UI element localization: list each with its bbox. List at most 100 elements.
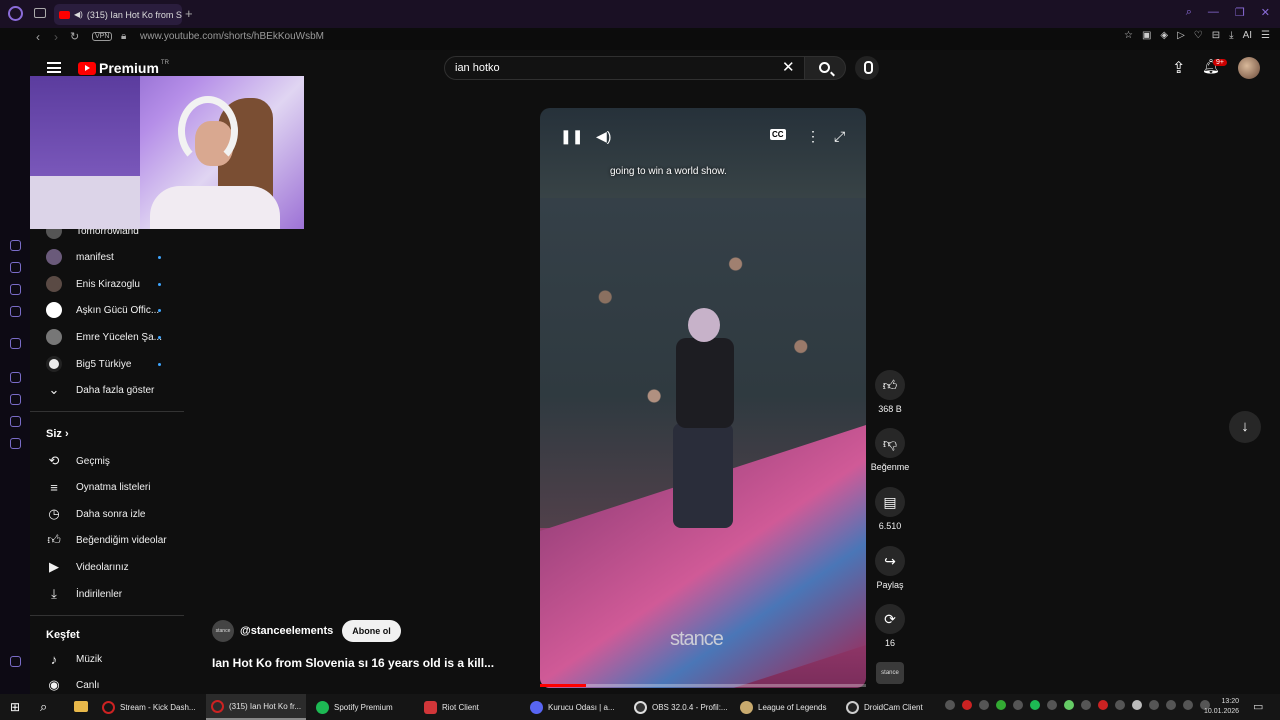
sidebar-item-history[interactable]: ⟲ Geçmiş bbox=[30, 451, 170, 471]
sidebar-aria-icon[interactable] bbox=[10, 240, 21, 251]
sidebar-twitch-icon[interactable] bbox=[10, 338, 21, 349]
like-action[interactable]: 👍︎ 368 B bbox=[874, 370, 906, 414]
heart-icon[interactable]: ♡ bbox=[1194, 30, 1203, 41]
menu-icon[interactable]: ☰ bbox=[1261, 30, 1270, 41]
comment-icon[interactable]: ▤ bbox=[875, 487, 905, 517]
windows-start-icon[interactable]: ⊞ bbox=[10, 700, 20, 714]
tray-app-icon[interactable] bbox=[1098, 700, 1108, 710]
taskbar-item[interactable]: OBS 32.0.4 - Profil:... bbox=[634, 694, 730, 720]
video-title[interactable]: Ian Hot Ko from Slovenia sı 16 years old… bbox=[212, 656, 512, 670]
taskbar-item[interactable]: Spotify Premium bbox=[316, 694, 416, 720]
captions-button[interactable]: CC bbox=[770, 129, 786, 140]
lock-icon[interactable]: 🔒︎ bbox=[121, 31, 126, 42]
wallet-icon[interactable]: ⊟ bbox=[1212, 30, 1220, 41]
tray-app-icon[interactable] bbox=[945, 700, 955, 710]
video-progress-bar[interactable] bbox=[540, 684, 866, 687]
sidebar-pinboard-icon[interactable] bbox=[10, 416, 21, 427]
thumbs-up-icon[interactable]: 👍︎ bbox=[875, 370, 905, 400]
tray-wifi-icon[interactable] bbox=[1166, 700, 1176, 710]
sidebar-item-music[interactable]: ♪ Müzik bbox=[30, 649, 170, 669]
reload-icon[interactable]: ↻ bbox=[70, 30, 79, 43]
taskbar-item[interactable]: Riot Client bbox=[424, 694, 514, 720]
volume-icon[interactable]: ◀) bbox=[596, 128, 611, 145]
taskbar-item[interactable]: League of Legends bbox=[740, 694, 836, 720]
sidebar-item-live[interactable]: ◉ Canlı bbox=[30, 675, 170, 695]
sidebar-item-your-videos[interactable]: ▶ Videolarınız bbox=[30, 557, 170, 577]
sidebar-workspaces-icon[interactable] bbox=[10, 284, 21, 295]
taskbar-item[interactable]: Stream - Kick Dash... bbox=[102, 694, 202, 720]
forward-icon[interactable]: › bbox=[54, 30, 58, 44]
comments-action[interactable]: ▤ 6.510 bbox=[874, 487, 906, 531]
tray-app-icon[interactable] bbox=[996, 700, 1006, 710]
bookmark-icon[interactable]: ☆ bbox=[1124, 30, 1133, 41]
search-button[interactable] bbox=[804, 56, 846, 80]
maximize-icon[interactable]: ❐ bbox=[1235, 6, 1245, 19]
fullscreen-icon[interactable]: ⤢ bbox=[834, 128, 845, 145]
extension-icon[interactable]: ◈ bbox=[1160, 30, 1168, 41]
channel-name[interactable]: @stanceelements bbox=[240, 625, 333, 637]
tray-volume-icon[interactable] bbox=[1183, 700, 1193, 710]
sidebar-item-watch-later[interactable]: ◷ Daha sonra izle bbox=[30, 504, 170, 524]
opera-logo-icon[interactable] bbox=[8, 6, 23, 21]
vpn-badge[interactable]: VPN bbox=[92, 32, 113, 41]
sidebar-item-playlists[interactable]: ≡ Oynatma listeleri bbox=[30, 477, 170, 497]
tab-overview-icon[interactable] bbox=[34, 8, 46, 18]
dislike-action[interactable]: 👎︎ Beğenme bbox=[871, 428, 909, 472]
sidebar-history-icon[interactable] bbox=[10, 394, 21, 405]
browser-tab-youtube[interactable]: ◀) (315) Ian Hot Ko from S bbox=[54, 4, 182, 25]
player-icon[interactable]: ▷ bbox=[1177, 30, 1185, 41]
tray-app-icon[interactable] bbox=[1047, 700, 1057, 710]
new-tab-icon[interactable]: + bbox=[185, 6, 193, 21]
channel-thumbnail[interactable]: stance bbox=[876, 662, 904, 684]
pause-icon[interactable]: ❚❚ bbox=[560, 128, 583, 145]
tray-app-icon[interactable] bbox=[1064, 700, 1074, 710]
url-field[interactable]: www.youtube.com/shorts/hBEkKouWsbM bbox=[140, 31, 324, 42]
sidebar-crypto-icon[interactable] bbox=[10, 262, 21, 273]
sidebar-item-downloads[interactable]: ⤓ İndirilenler bbox=[30, 584, 170, 604]
back-icon[interactable]: ‹ bbox=[36, 30, 40, 44]
download-icon[interactable]: ⤓ bbox=[1229, 30, 1233, 41]
tray-steam-icon[interactable] bbox=[1115, 700, 1125, 710]
tray-spotify-icon[interactable] bbox=[1030, 700, 1040, 710]
taskbar-item[interactable]: Kurucu Odası | a... bbox=[530, 694, 624, 720]
taskbar-item[interactable]: (315) Ian Hot Ko fr... bbox=[206, 694, 306, 720]
speaker-icon[interactable]: ◀) bbox=[74, 10, 83, 19]
shorts-video-player[interactable]: ❚❚ ◀) CC ⋮ ⤢ going to win a world show. … bbox=[540, 108, 866, 688]
thumbs-down-icon[interactable]: 👎︎ bbox=[875, 428, 905, 458]
channel-avatar[interactable]: stance bbox=[212, 620, 234, 642]
taskbar-item[interactable]: DroidCam Client bbox=[846, 694, 942, 720]
subscription-item[interactable]: Big5 Türkiye bbox=[30, 354, 170, 374]
create-upload-icon[interactable]: ⇪ bbox=[1172, 58, 1185, 78]
guide-menu-icon[interactable] bbox=[47, 62, 61, 73]
taskbar-clock[interactable]: 13:20 10.01.2026 bbox=[1204, 697, 1239, 717]
sidebar-settings-icon[interactable] bbox=[10, 438, 21, 449]
aria-ai-button[interactable]: AI bbox=[1243, 30, 1252, 41]
tray-app-icon[interactable] bbox=[1132, 700, 1142, 710]
next-video-down-icon[interactable]: ↓ bbox=[1229, 411, 1261, 443]
clear-search-icon[interactable]: ✕ bbox=[782, 58, 795, 76]
search-input[interactable]: ian hotko bbox=[444, 56, 834, 80]
youtube-premium-logo[interactable]: Premium TR bbox=[78, 60, 169, 76]
close-window-icon[interactable]: ✕ bbox=[1261, 6, 1270, 19]
subscription-item[interactable]: Aşkın Gücü Offic... bbox=[30, 300, 170, 320]
search-icon[interactable]: ⌕ bbox=[40, 699, 47, 715]
show-more-button[interactable]: ⌄ Daha fazla göster bbox=[30, 380, 170, 400]
remix-icon[interactable]: ⟳ bbox=[875, 604, 905, 634]
search-tabs-icon[interactable]: ⌕ bbox=[1186, 6, 1192, 19]
tray-app-icon[interactable] bbox=[1081, 700, 1091, 710]
sidebar-item-liked[interactable]: 👍︎ Beğendiğim videolar bbox=[30, 530, 170, 550]
remix-action[interactable]: ⟳ 16 bbox=[874, 604, 906, 648]
you-section-heading[interactable]: Siz › bbox=[46, 428, 69, 440]
tray-app-icon[interactable] bbox=[962, 700, 972, 710]
subscription-item[interactable]: Enis Kirazoglu bbox=[30, 274, 170, 294]
tray-app-icon[interactable] bbox=[1013, 700, 1023, 710]
sidebar-messenger-icon[interactable] bbox=[10, 306, 21, 317]
more-options-icon[interactable]: ⋮ bbox=[806, 128, 820, 145]
file-explorer-icon[interactable] bbox=[74, 701, 88, 712]
tray-mic-icon[interactable] bbox=[1149, 700, 1159, 710]
sidebar-gx-icon[interactable] bbox=[10, 656, 21, 667]
subscription-item[interactable]: Emre Yücelen Şa... bbox=[30, 327, 170, 347]
subscription-item[interactable]: manifest bbox=[30, 247, 170, 267]
sidebar-player-icon[interactable] bbox=[10, 372, 21, 383]
snapshot-icon[interactable]: ▣ bbox=[1142, 30, 1151, 41]
